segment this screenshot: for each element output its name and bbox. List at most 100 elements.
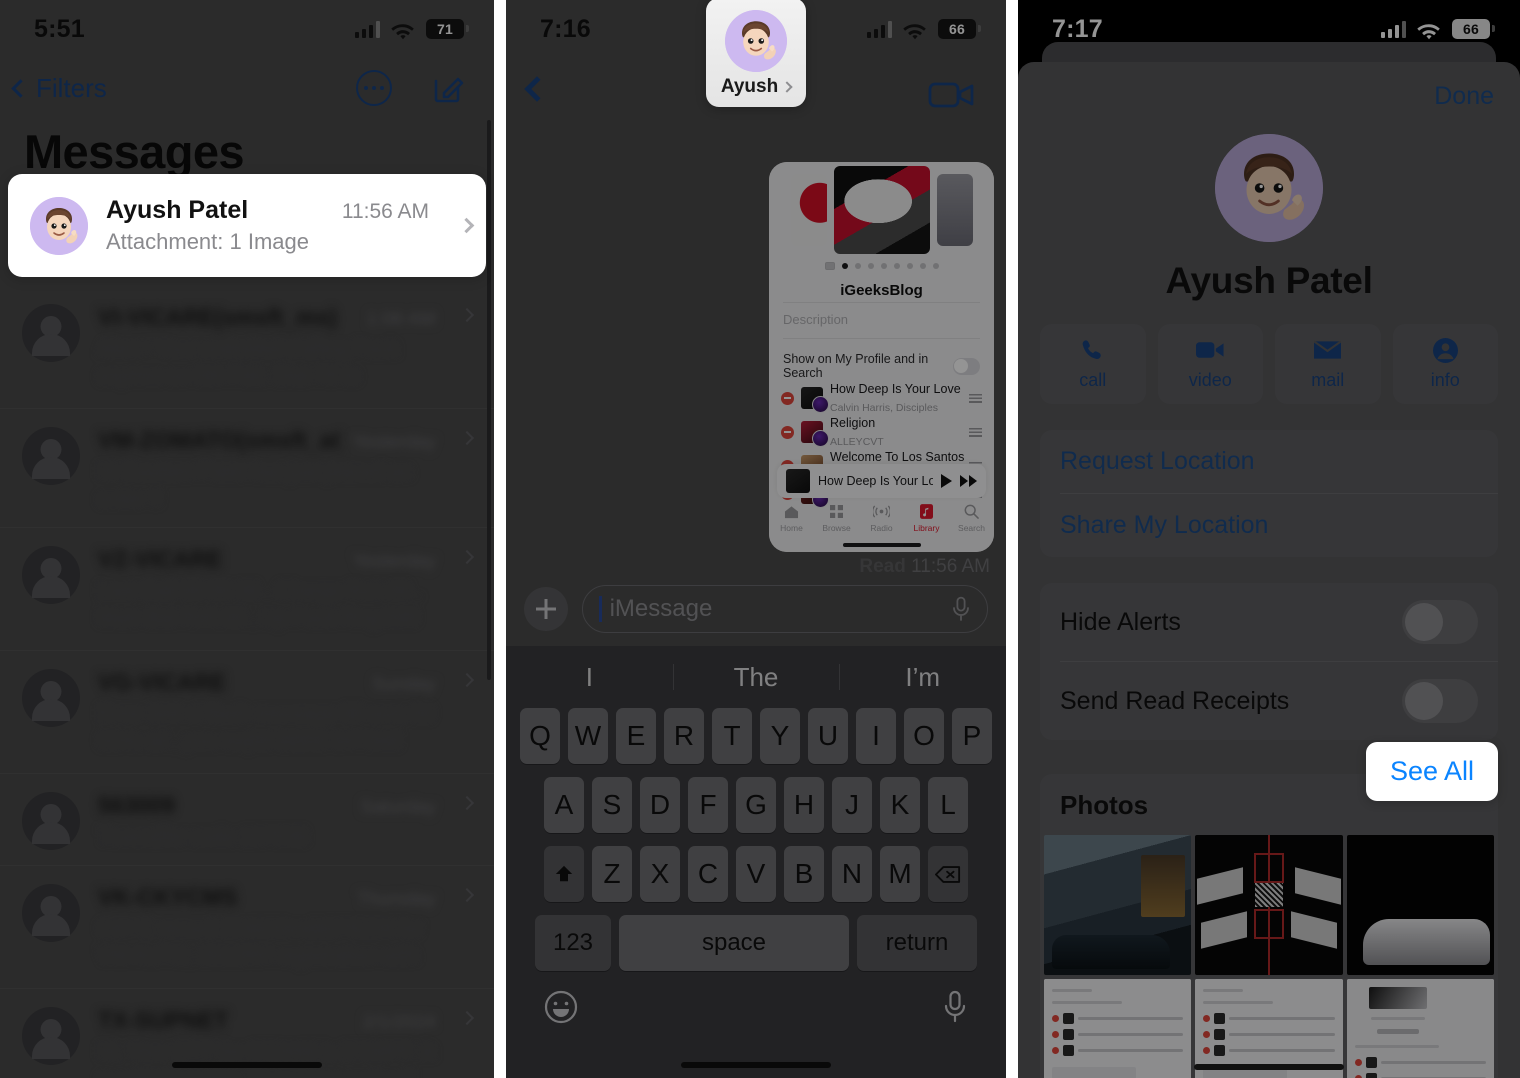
prediction-2[interactable]: I’m bbox=[839, 662, 1006, 693]
microphone-icon[interactable] bbox=[942, 990, 968, 1029]
done-button[interactable]: Done bbox=[1434, 82, 1494, 111]
list-item[interactable]: VM-ZOMATO(smsft_at) Yesterday Hi Gautam Pa… bbox=[0, 409, 494, 528]
backspace-icon[interactable] bbox=[928, 846, 968, 902]
key-q[interactable]: Q bbox=[520, 708, 560, 764]
share-my-location-row[interactable]: Share My Location bbox=[1040, 494, 1498, 557]
fast-forward-icon[interactable] bbox=[960, 475, 977, 487]
see-all-button[interactable]: See All bbox=[1365, 742, 1498, 801]
photo-grid-row-1[interactable] bbox=[1040, 835, 1498, 975]
key-o[interactable]: O bbox=[904, 708, 944, 764]
key-z[interactable]: Z bbox=[592, 846, 632, 902]
memoji-avatar bbox=[725, 10, 787, 72]
message-input[interactable]: iMessage bbox=[582, 585, 988, 633]
key-a[interactable]: A bbox=[544, 777, 584, 833]
key-u[interactable]: U bbox=[808, 708, 848, 764]
key-n[interactable]: N bbox=[832, 846, 872, 902]
key-m[interactable]: M bbox=[880, 846, 920, 902]
call-button[interactable]: call bbox=[1040, 324, 1146, 404]
highlighted-conversation-ayush-patel[interactable]: Ayush Patel 11:56 AM Attachment: 1 Image bbox=[8, 174, 486, 277]
microphone-icon[interactable] bbox=[951, 596, 971, 622]
key-h[interactable]: H bbox=[784, 777, 824, 833]
key-r[interactable]: R bbox=[664, 708, 704, 764]
compose-icon[interactable] bbox=[432, 71, 466, 105]
key-x[interactable]: X bbox=[640, 846, 680, 902]
key-s[interactable]: S bbox=[592, 777, 632, 833]
play-icon[interactable] bbox=[941, 474, 952, 488]
list-item[interactable]: VZ-VICARE Yesterday Last Call 00:00:36 , C… bbox=[0, 528, 494, 651]
prediction-0[interactable]: I bbox=[506, 662, 673, 693]
list-item[interactable]: VI-VICARE(smsft_ms) 1:06 AM Alert ! Your u… bbox=[0, 286, 494, 409]
key-p[interactable]: P bbox=[952, 708, 992, 764]
key-d[interactable]: D bbox=[640, 777, 680, 833]
key-t[interactable]: T bbox=[712, 708, 752, 764]
photo-thumbnail[interactable] bbox=[1044, 979, 1192, 1078]
hide-alerts-toggle[interactable] bbox=[1402, 600, 1478, 644]
chevron-left-icon[interactable] bbox=[524, 76, 550, 102]
hide-alerts-row[interactable]: Hide Alerts bbox=[1040, 583, 1498, 661]
key-l[interactable]: L bbox=[928, 777, 968, 833]
key-v[interactable]: V bbox=[736, 846, 776, 902]
info-button[interactable]: info bbox=[1392, 324, 1498, 404]
send-read-receipts-toggle[interactable] bbox=[1402, 679, 1478, 723]
photo-thumbnail[interactable] bbox=[1346, 835, 1494, 975]
show-on-profile-toggle[interactable] bbox=[952, 357, 980, 375]
more-circle-icon[interactable] bbox=[356, 70, 392, 106]
key-b[interactable]: B bbox=[784, 846, 824, 902]
track-row[interactable]: How Deep Is Your Love Calvin Harris, Disc… bbox=[781, 380, 982, 416]
key-j[interactable]: J bbox=[832, 777, 872, 833]
onscreen-keyboard[interactable]: I The I’m Q W E R T Y U I O P A S D F G … bbox=[506, 646, 1006, 1078]
emoji-smiley-icon[interactable] bbox=[544, 990, 578, 1029]
list-item[interactable]: VG-VICARE Sunday Error 344 xl flash messag… bbox=[0, 651, 494, 774]
key-e[interactable]: E bbox=[616, 708, 656, 764]
key-f[interactable]: F bbox=[688, 777, 728, 833]
remove-track-icon[interactable] bbox=[781, 425, 794, 439]
mini-player[interactable]: How Deep Is Your Love bbox=[777, 464, 986, 498]
drag-handle-icon[interactable] bbox=[969, 427, 982, 437]
prediction-1[interactable]: The bbox=[673, 662, 840, 693]
predictive-text-bar[interactable]: I The I’m bbox=[506, 646, 1006, 708]
plus-icon[interactable] bbox=[524, 587, 568, 631]
list-item[interactable]: 563009 Saturday Truecaller code 107536 bbox=[0, 774, 494, 866]
photo-thumbnail[interactable] bbox=[1044, 835, 1192, 975]
show-on-profile-row[interactable]: Show on My Profile and in Search bbox=[783, 352, 980, 380]
photo-grid-row-2[interactable] bbox=[1040, 975, 1498, 1078]
key-w[interactable]: W bbox=[568, 708, 608, 764]
album-art-carousel[interactable] bbox=[769, 164, 994, 256]
photo-thumbnail[interactable] bbox=[1195, 835, 1343, 975]
facetime-video-icon[interactable] bbox=[928, 80, 976, 110]
key-c[interactable]: C bbox=[688, 846, 728, 902]
key-g[interactable]: G bbox=[736, 777, 776, 833]
track-row[interactable]: Religion ALLEYCVT bbox=[781, 414, 982, 450]
attachment-image-bubble[interactable]: iGeeksBlog Description Show on My Profil… bbox=[769, 162, 994, 552]
request-location-row[interactable]: Request Location bbox=[1040, 430, 1498, 493]
contact-header-ayush[interactable]: Ayush bbox=[706, 0, 806, 107]
shift-arrow-icon[interactable] bbox=[544, 846, 584, 902]
music-tab-bar[interactable]: Home Browse Radio Library Search bbox=[769, 498, 994, 538]
key-k[interactable]: K bbox=[880, 777, 920, 833]
remove-track-icon[interactable] bbox=[781, 391, 794, 405]
tab-library[interactable]: Library bbox=[904, 503, 949, 533]
tab-home[interactable]: Home bbox=[769, 503, 814, 533]
send-read-receipts-row[interactable]: Send Read Receipts bbox=[1040, 662, 1498, 740]
return-key[interactable]: return bbox=[857, 915, 977, 971]
tab-search[interactable]: Search bbox=[949, 503, 994, 533]
scrollbar[interactable] bbox=[487, 120, 491, 680]
video-button[interactable]: video bbox=[1157, 324, 1263, 404]
key-i[interactable]: I bbox=[856, 708, 896, 764]
mail-button[interactable]: mail bbox=[1275, 324, 1381, 404]
conversation-name: 563009 bbox=[98, 792, 175, 818]
tab-radio[interactable]: Radio bbox=[859, 503, 904, 533]
key-y[interactable]: Y bbox=[760, 708, 800, 764]
photo-thumbnail[interactable] bbox=[1346, 979, 1494, 1078]
conversation-list[interactable]: VI-VICARE(smsft_ms) 1:06 AM Alert ! Your u… bbox=[0, 286, 494, 1078]
drag-handle-icon[interactable] bbox=[969, 393, 982, 403]
conversation-preview: Hi Gautam Patel has just placed an order… bbox=[98, 461, 412, 510]
contact-details-sheet: Done Ayush Patel call video mail info Re… bbox=[1018, 62, 1520, 1078]
tab-browse[interactable]: Browse bbox=[814, 503, 859, 533]
memoji-avatar[interactable] bbox=[1215, 134, 1323, 242]
space-key[interactable]: space bbox=[619, 915, 849, 971]
conversation-date: Sunday bbox=[371, 674, 436, 695]
list-item[interactable]: VK-CKYCMS Thursday CKYC record 224610mdd27… bbox=[0, 866, 494, 989]
numbers-key[interactable]: 123 bbox=[535, 915, 611, 971]
filters-back-button[interactable]: Filters bbox=[11, 73, 107, 104]
